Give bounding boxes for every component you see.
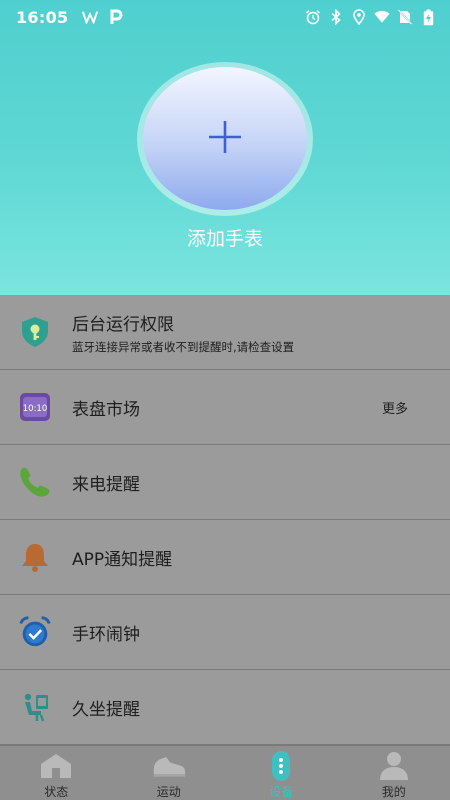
list-item-call-reminder[interactable]: 来电提醒 — [0, 445, 450, 520]
row-title: 表盘市场 — [72, 399, 140, 420]
w-logo-icon — [82, 9, 99, 25]
phone-icon — [18, 465, 52, 499]
more-link[interactable]: 更多 — [382, 398, 408, 417]
hero-header: 16:05 添加手表 — [0, 0, 450, 295]
row-subtitle: 蓝牙连接异常或者收不到提醒时,请检查设置 — [72, 339, 295, 354]
row-title: 久坐提醒 — [72, 699, 140, 720]
list-item-app-notification[interactable]: APP通知提醒 — [0, 520, 450, 595]
person-icon — [377, 751, 411, 781]
nav-tab-sport[interactable]: 运动 — [113, 746, 226, 800]
list-item-band-alarm[interactable]: 手环闹钟 — [0, 595, 450, 670]
plus-icon — [207, 119, 243, 159]
shoe-icon — [152, 751, 186, 781]
device-settings-list: 后台运行权限 蓝牙连接异常或者收不到提醒时,请检查设置 10:10 表盘市场 更… — [0, 295, 450, 745]
bluetooth-icon — [328, 9, 344, 25]
home-icon — [39, 751, 73, 781]
row-title: 来电提醒 — [72, 474, 140, 495]
list-item-background-permission[interactable]: 后台运行权限 蓝牙连接异常或者收不到提醒时,请检查设置 — [0, 295, 450, 370]
bottom-nav: 状态 运动 设备 我的 — [0, 745, 450, 800]
nav-tab-mine[interactable]: 我的 — [338, 746, 450, 800]
nav-tab-status[interactable]: 状态 — [0, 746, 113, 800]
add-watch-button[interactable] — [143, 67, 307, 210]
nav-label: 我的 — [381, 785, 406, 799]
location-icon — [351, 9, 367, 25]
nav-label: 状态 — [44, 785, 69, 799]
watch-face-icon: 10:10 — [18, 390, 52, 424]
wifi-icon — [374, 9, 390, 25]
row-title: 手环闹钟 — [72, 624, 140, 645]
nav-label: 运动 — [156, 785, 181, 799]
status-time: 16:05 — [16, 7, 69, 27]
row-title: 后台运行权限 — [72, 314, 174, 335]
no-sim-icon — [397, 9, 413, 25]
shield-key-icon — [18, 315, 52, 349]
add-watch-label[interactable]: 添加手表 — [0, 224, 450, 251]
band-icon — [264, 751, 298, 781]
svg-text:10:10: 10:10 — [23, 404, 48, 414]
status-bar: 16:05 — [0, 0, 450, 34]
alarm-icon — [305, 9, 321, 25]
sitting-person-icon — [18, 690, 52, 724]
nav-label: 设备 — [269, 785, 294, 799]
list-item-sedentary-reminder[interactable]: 久坐提醒 — [0, 670, 450, 745]
alarm-clock-icon — [18, 615, 52, 649]
nav-tab-device[interactable]: 设备 — [225, 746, 338, 800]
p-logo-icon — [108, 9, 124, 25]
row-title: APP通知提醒 — [72, 549, 173, 570]
list-item-watch-face-market[interactable]: 10:10 表盘市场 更多 — [0, 370, 450, 445]
bell-icon — [18, 540, 52, 574]
battery-charging-icon — [420, 9, 436, 25]
